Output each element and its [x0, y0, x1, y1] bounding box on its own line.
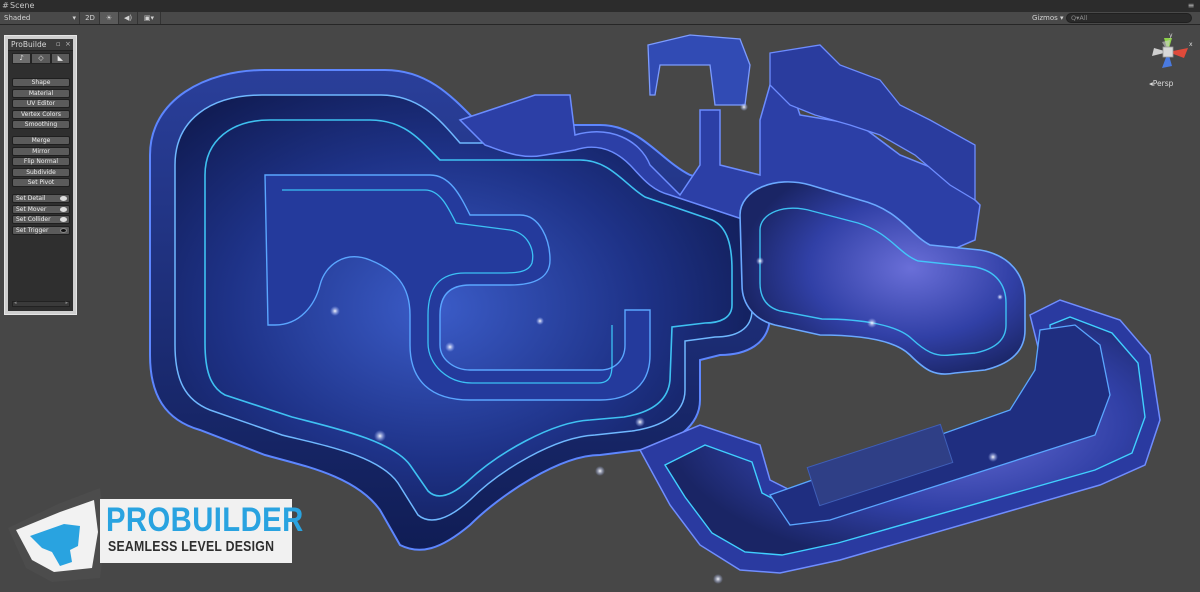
shading-mode-label: Shaded	[4, 14, 31, 22]
close-icon[interactable]: ×	[65, 39, 71, 50]
panel-horizontal-scrollbar[interactable]: ◂ ▸	[12, 300, 70, 307]
set-pivot-button[interactable]: Set Pivot	[12, 178, 70, 187]
eye-closed-icon[interactable]	[60, 228, 67, 233]
uv-editor-button[interactable]: UV Editor	[12, 99, 70, 108]
subdivide-button[interactable]: Subdivide	[12, 168, 70, 177]
set-collider-button[interactable]: Set Collider	[12, 215, 70, 224]
set-detail-label: Set Detail	[16, 195, 46, 202]
probuilder-panel-body: ProBuilde ▫ × ♪ ◇ ◣ Shape Material UV Ed…	[8, 39, 73, 311]
set-mover-label: Set Mover	[16, 206, 47, 213]
material-button[interactable]: Material	[12, 89, 70, 98]
scene-tab-label: Scene	[10, 1, 35, 10]
merge-button[interactable]: Merge	[12, 136, 70, 145]
dropdown-arrow-icon: ▾	[72, 14, 76, 22]
face-mode-icon[interactable]: ◣	[50, 53, 70, 64]
selection-mode-toolbar: ♪ ◇ ◣	[12, 53, 70, 64]
persp-label: Persp	[1152, 79, 1174, 88]
eye-icon[interactable]	[60, 207, 67, 212]
set-trigger-button[interactable]: Set Trigger	[12, 226, 70, 235]
set-collider-label: Set Collider	[16, 216, 51, 223]
scroll-left-icon[interactable]: ◂	[14, 300, 17, 306]
toggle-2d-button[interactable]: 2D	[81, 12, 100, 24]
search-input[interactable]: Q▾All	[1066, 13, 1192, 23]
set-mover-button[interactable]: Set Mover	[12, 205, 70, 214]
shading-mode-dropdown[interactable]: Shaded ▾	[0, 12, 80, 24]
speaker-icon[interactable]: ◀)	[119, 12, 138, 24]
image-icon[interactable]: ▣▾	[138, 12, 161, 24]
probuilder-panel: ProBuilde ▫ × ♪ ◇ ◣ Shape Material UV Ed…	[4, 35, 77, 315]
projection-toggle[interactable]: ◂Persp	[1149, 79, 1173, 88]
svg-text:y: y	[1169, 32, 1173, 39]
set-trigger-label: Set Trigger	[16, 227, 49, 234]
gizmos-label: Gizmos	[1032, 14, 1058, 22]
vertex-colors-button[interactable]: Vertex Colors	[12, 110, 70, 119]
flip-normal-button[interactable]: Flip Normal	[12, 157, 70, 166]
toggle-2d-label: 2D	[85, 14, 95, 22]
scene-tab[interactable]: #Scene	[2, 0, 34, 12]
mirror-button[interactable]: Mirror	[12, 147, 70, 156]
smoothing-button[interactable]: Smoothing	[12, 120, 70, 129]
set-detail-button[interactable]: Set Detail	[12, 194, 70, 203]
vertex-mode-icon[interactable]: ◇	[31, 53, 51, 64]
logo-subtitle: SEAMLESS LEVEL DESIGN	[108, 538, 275, 555]
eye-icon[interactable]	[60, 217, 67, 222]
probuilder-panel-title: ProBuilde	[11, 40, 47, 49]
right-round-room	[739, 181, 1026, 375]
panel-menu-icon[interactable]: ▫	[56, 39, 61, 50]
gizmos-dropdown[interactable]: Gizmos ▾	[1032, 12, 1066, 24]
shape-button[interactable]: Shape	[12, 78, 70, 87]
gizmo-center-cube	[1162, 46, 1174, 58]
scene-icon: #	[2, 1, 9, 10]
probuilder-panel-header[interactable]: ProBuilde ▫ ×	[8, 39, 73, 51]
logo-title: PROBUILDER	[106, 501, 304, 539]
window-menu-icon[interactable]: ≡	[1186, 0, 1196, 12]
scene-toolbar: Shaded ▾ 2D ☀ ◀) ▣▾ Gizmos ▾ Q▾All	[0, 12, 1200, 25]
scroll-right-icon[interactable]: ▸	[65, 300, 68, 306]
upper-tower	[647, 34, 751, 106]
eye-icon[interactable]	[60, 196, 67, 201]
sun-icon[interactable]: ☀	[100, 12, 119, 24]
svg-text:x: x	[1189, 41, 1193, 48]
object-mode-icon[interactable]: ♪	[12, 53, 32, 64]
